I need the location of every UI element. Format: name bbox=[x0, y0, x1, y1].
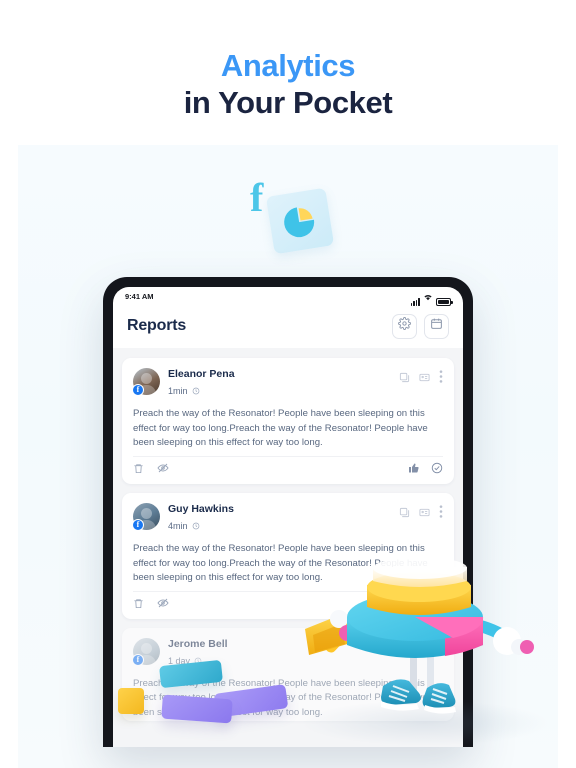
card-meta: 1min bbox=[168, 382, 399, 400]
status-time: 9:41 AM bbox=[125, 292, 154, 301]
thumbs-up-icon[interactable] bbox=[408, 461, 420, 479]
app-header: Reports bbox=[113, 304, 463, 348]
avatar: f bbox=[132, 637, 160, 666]
clock-icon bbox=[192, 517, 200, 535]
image-stack-icon[interactable] bbox=[399, 505, 410, 523]
clock-icon bbox=[192, 382, 200, 400]
card-meta: 1 day bbox=[168, 652, 443, 670]
report-card[interactable]: f Guy Hawkins 4min Preach the way of the… bbox=[122, 492, 454, 619]
facebook-badge-icon: f bbox=[132, 653, 144, 666]
card-author-block: Guy Hawkins 4min bbox=[168, 503, 399, 535]
author-name: Eleanor Pena bbox=[168, 368, 235, 380]
status-bar: 9:41 AM bbox=[113, 287, 463, 306]
floating-icon-cluster: f bbox=[238, 176, 348, 256]
tablet-device: 9:41 AM Reports f Eleanor Pena 1min Prea… bbox=[103, 277, 473, 747]
facebook-badge-icon: f bbox=[132, 384, 144, 396]
more-vertical-icon[interactable] bbox=[439, 505, 443, 523]
card-actions bbox=[399, 503, 443, 523]
clock-icon bbox=[194, 652, 202, 670]
footer-left-actions bbox=[133, 461, 169, 479]
facebook-logo-icon: f bbox=[250, 175, 264, 220]
status-indicators bbox=[410, 288, 453, 306]
card-header: f Jerome Bell 1 day bbox=[132, 637, 443, 670]
footer-left-actions bbox=[133, 596, 169, 614]
cellular-signal-icon bbox=[410, 298, 420, 306]
settings-button[interactable] bbox=[392, 313, 417, 339]
page-title: Reports bbox=[127, 317, 187, 334]
trash-icon[interactable] bbox=[133, 461, 144, 479]
avatar: f bbox=[132, 368, 160, 396]
media-card-icon[interactable] bbox=[419, 370, 430, 388]
card-author-block: Jerome Bell 1 day bbox=[168, 638, 443, 670]
footer-right-actions bbox=[408, 461, 443, 479]
post-time: 4min bbox=[168, 520, 188, 531]
post-time: 1min bbox=[168, 386, 188, 397]
card-footer bbox=[133, 455, 443, 484]
reports-feed[interactable]: f Eleanor Pena 1min Preach the way of th… bbox=[113, 348, 463, 747]
gear-icon bbox=[398, 317, 411, 335]
card-footer bbox=[133, 590, 443, 619]
post-body: Preach the way of the Resonator! People … bbox=[133, 677, 428, 718]
page-headline: Analytics in Your Pocket bbox=[0, 48, 576, 121]
post-body: Preach the way of the Resonator! People … bbox=[133, 542, 428, 584]
image-stack-icon[interactable] bbox=[399, 370, 410, 388]
author-name: Jerome Bell bbox=[168, 637, 228, 650]
author-name: Guy Hawkins bbox=[168, 502, 234, 515]
eye-slash-icon[interactable] bbox=[157, 461, 169, 479]
battery-icon bbox=[436, 298, 453, 306]
report-card[interactable]: f Eleanor Pena 1min Preach the way of th… bbox=[122, 358, 454, 484]
check-circle-icon[interactable] bbox=[431, 461, 443, 479]
wifi-icon bbox=[423, 288, 433, 306]
eye-slash-icon[interactable] bbox=[157, 596, 169, 614]
card-meta: 4min bbox=[168, 517, 399, 535]
avatar: f bbox=[132, 502, 160, 531]
header-actions bbox=[392, 313, 449, 339]
facebook-badge-icon: f bbox=[132, 518, 144, 531]
tablet-screen: 9:41 AM Reports f Eleanor Pena 1min Prea… bbox=[113, 287, 463, 747]
headline-line-1: Analytics bbox=[220, 48, 356, 83]
trash-icon[interactable] bbox=[133, 596, 144, 614]
card-header: f Eleanor Pena 1min bbox=[132, 368, 443, 400]
post-body: Preach the way of the Resonator! People … bbox=[133, 408, 428, 449]
pie-chart-card bbox=[265, 187, 335, 255]
more-vertical-icon[interactable] bbox=[439, 370, 443, 388]
pie-chart-icon bbox=[279, 202, 320, 243]
card-actions bbox=[399, 368, 443, 388]
card-header: f Guy Hawkins 4min bbox=[132, 502, 443, 535]
headline-line-2: in Your Pocket bbox=[183, 84, 393, 120]
report-card[interactable]: f Jerome Bell 1 day Preach the way of th… bbox=[122, 627, 454, 721]
calendar-icon bbox=[430, 317, 443, 335]
post-time: 1 day bbox=[168, 655, 191, 666]
media-card-icon[interactable] bbox=[419, 505, 430, 523]
calendar-button[interactable] bbox=[424, 313, 449, 339]
card-author-block: Eleanor Pena 1min bbox=[168, 368, 399, 400]
